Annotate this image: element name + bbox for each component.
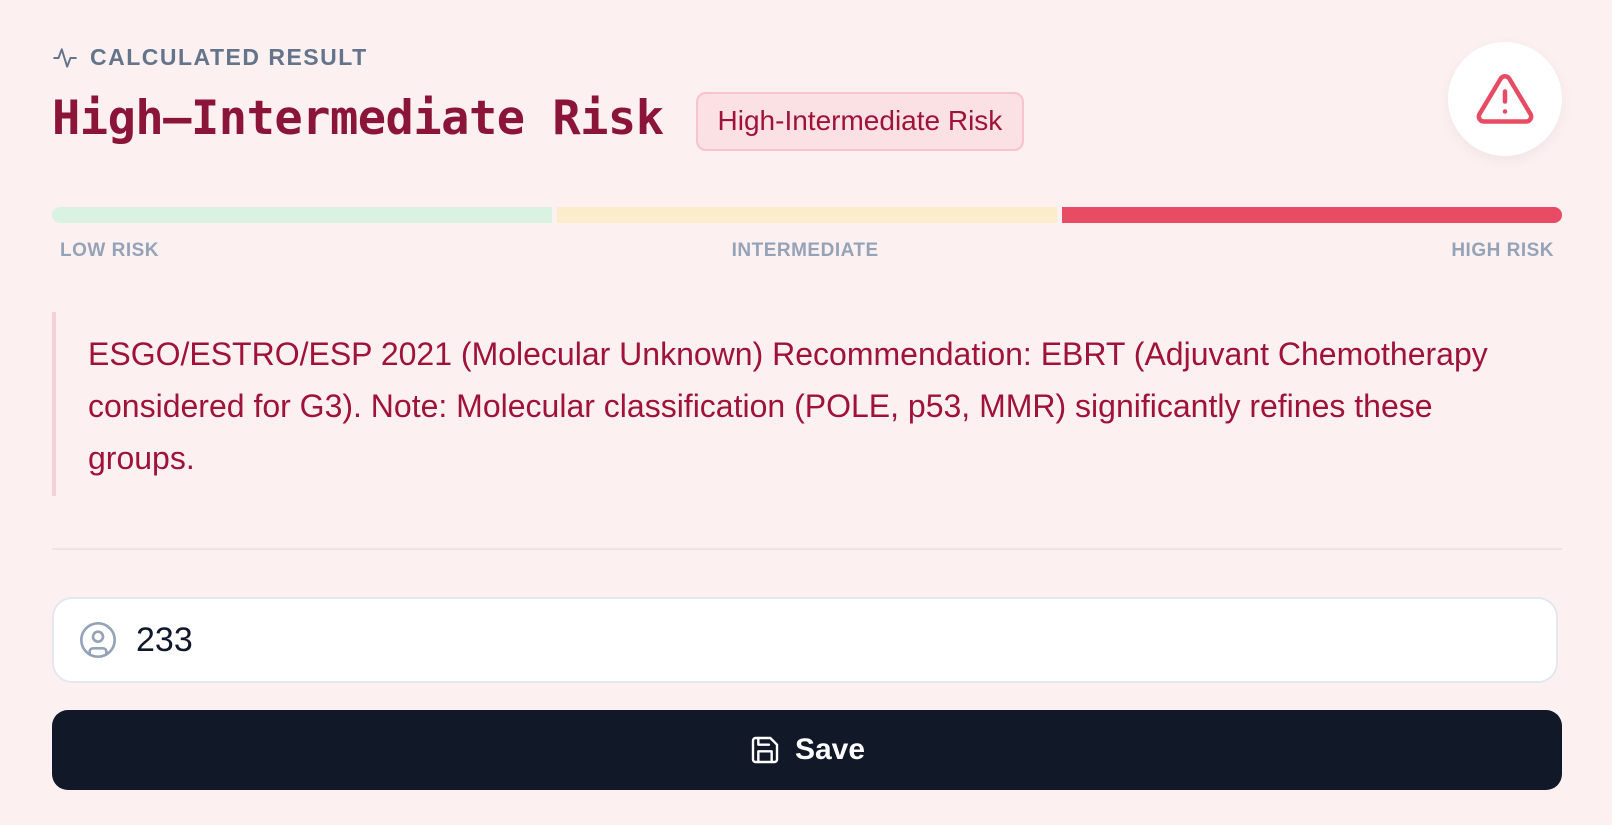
risk-segment-intermediate	[557, 207, 1057, 223]
recommendation-text: ESGO/ESTRO/ESP 2021 (Molecular Unknown) …	[52, 312, 1548, 496]
risk-segment-high	[1062, 207, 1562, 223]
risk-scale-bar	[52, 207, 1562, 223]
patient-id-input[interactable]	[134, 609, 1556, 671]
alert-indicator	[1448, 42, 1562, 156]
divider	[52, 548, 1562, 550]
result-header-label: CALCULATED RESULT	[90, 44, 368, 70]
save-icon	[749, 734, 781, 766]
patient-id-field[interactable]	[52, 597, 1558, 683]
save-button[interactable]: Save	[52, 710, 1562, 790]
risk-badge: High-Intermediate Risk	[695, 92, 1025, 151]
save-button-label: Save	[794, 733, 866, 766]
alert-triangle-icon	[1475, 69, 1535, 129]
result-card: CALCULATED RESULT High–Intermediate Risk…	[0, 0, 1612, 825]
risk-title: High–Intermediate Risk	[52, 90, 664, 146]
risk-label-low: LOW RISK	[60, 240, 159, 261]
risk-label-intermediate: INTERMEDIATE	[731, 240, 879, 261]
title-row: High–Intermediate Risk High-Intermediate…	[52, 86, 1025, 151]
result-header: CALCULATED RESULT	[52, 44, 368, 71]
user-circle-icon	[78, 620, 118, 660]
risk-segment-low	[52, 207, 552, 223]
risk-scale-labels: LOW RISK INTERMEDIATE HIGH RISK	[52, 240, 1562, 262]
risk-label-high: HIGH RISK	[1451, 240, 1554, 261]
activity-icon	[52, 45, 78, 71]
